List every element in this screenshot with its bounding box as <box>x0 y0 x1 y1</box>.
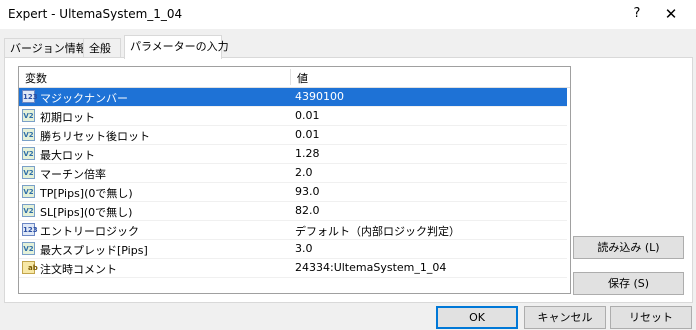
param-value[interactable]: 24334:UltemaSystem_1_04 <box>295 261 446 274</box>
double-type-icon: V2 <box>22 166 35 179</box>
param-value[interactable]: 0.01 <box>295 128 320 141</box>
param-name: マーチン倍率 <box>40 168 106 181</box>
double-type-icon: V2 <box>22 242 35 255</box>
double-type-icon: V2 <box>22 109 35 122</box>
param-name: エントリーロジック <box>40 225 139 238</box>
integer-type-icon: 123 <box>22 223 38 236</box>
param-value[interactable]: 82.0 <box>295 204 320 217</box>
param-row[interactable]: V2 最大スプレッド[Pips] 3.0 <box>19 240 567 259</box>
param-row[interactable]: V2 勝ちリセット後ロット 0.01 <box>19 126 567 145</box>
window-title: Expert - UltemaSystem_1_04 <box>8 7 183 21</box>
help-icon[interactable]: ? <box>626 4 648 24</box>
string-type-icon: ab <box>22 261 38 274</box>
double-type-icon: V2 <box>22 128 35 141</box>
save-button[interactable]: 保存 (S) <box>573 272 684 295</box>
double-type-icon: V2 <box>22 147 35 160</box>
ok-button[interactable]: OK <box>436 306 518 329</box>
integer-type-icon: 123 <box>22 90 38 103</box>
parameters-grid: 変数 値 123 マジックナンバー 4390100 V2 初期ロット 0.01 … <box>18 66 571 294</box>
param-value[interactable]: 4390100 <box>295 90 344 103</box>
param-row[interactable]: V2 SL[Pips](0で無し) 82.0 <box>19 202 567 221</box>
cancel-button[interactable]: キャンセル <box>524 306 606 329</box>
param-name: 注文時コメント <box>40 263 117 276</box>
tab-general[interactable]: 全般 <box>83 38 121 58</box>
double-type-icon: V2 <box>22 204 35 217</box>
param-name: SL[Pips](0で無し) <box>40 206 133 219</box>
load-button[interactable]: 読み込み (L) <box>573 236 684 259</box>
param-name: 最大スプレッド[Pips] <box>40 244 148 257</box>
close-icon[interactable]: ✕ <box>658 4 684 24</box>
param-row[interactable]: V2 最大ロット 1.28 <box>19 145 567 164</box>
param-row[interactable]: V2 TP[Pips](0で無し) 93.0 <box>19 183 567 202</box>
double-type-icon: V2 <box>22 185 35 198</box>
title-bar: Expert - UltemaSystem_1_04 ? ✕ <box>0 0 696 29</box>
param-value[interactable]: 1.28 <box>295 147 320 160</box>
param-name: マジックナンバー <box>40 92 128 105</box>
param-value[interactable]: 93.0 <box>295 185 320 198</box>
param-name: 初期ロット <box>40 111 95 124</box>
param-row[interactable]: ab 注文時コメント 24334:UltemaSystem_1_04 <box>19 259 567 278</box>
grid-header: 変数 値 <box>19 67 570 88</box>
param-name: 勝ちリセット後ロット <box>40 130 150 143</box>
param-row[interactable]: V2 初期ロット 0.01 <box>19 107 567 126</box>
param-value[interactable]: 3.0 <box>295 242 313 255</box>
param-row[interactable]: V2 マーチン倍率 2.0 <box>19 164 567 183</box>
param-name: TP[Pips](0で無し) <box>40 187 133 200</box>
header-variable[interactable]: 変数 <box>25 70 47 86</box>
param-name: 最大ロット <box>40 149 95 162</box>
column-divider[interactable] <box>290 69 291 85</box>
param-row[interactable]: 123 エントリーロジック デフォルト（内部ロジック判定） <box>19 221 567 240</box>
header-value[interactable]: 値 <box>297 70 308 86</box>
tab-version-info[interactable]: バージョン情報 <box>4 38 87 58</box>
parameters-panel: 変数 値 123 マジックナンバー 4390100 V2 初期ロット 0.01 … <box>4 57 693 303</box>
param-value[interactable]: 2.0 <box>295 166 313 179</box>
reset-button[interactable]: リセット <box>610 306 692 329</box>
tab-parameters[interactable]: パラメーターの入力 <box>124 35 229 59</box>
param-value[interactable]: デフォルト（内部ロジック判定） <box>295 223 460 239</box>
param-row[interactable]: 123 マジックナンバー 4390100 <box>19 88 567 107</box>
param-value[interactable]: 0.01 <box>295 109 320 122</box>
